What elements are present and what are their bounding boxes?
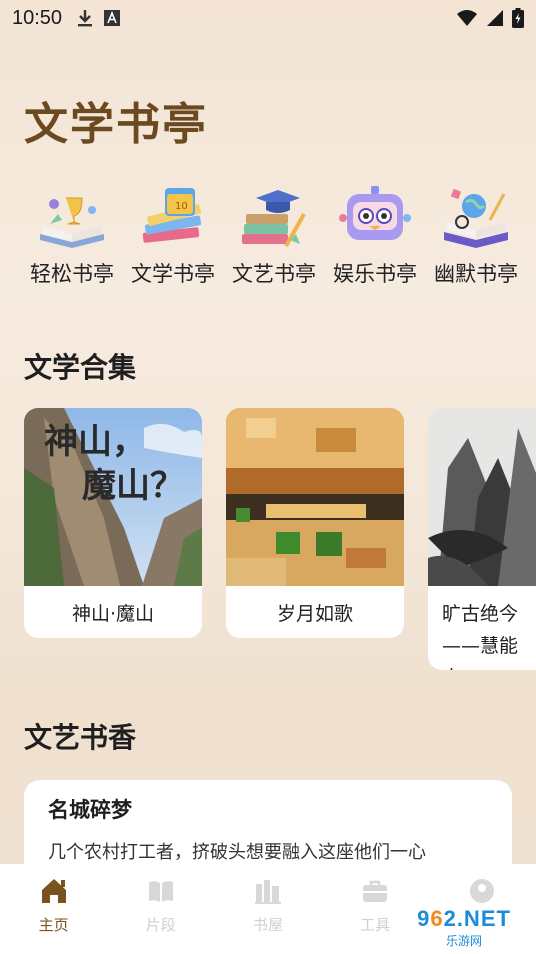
calendar-books-icon: 10 [142,188,202,243]
card-title: 岁月如歌 [276,603,353,625]
cover-text-line1: 神山， [44,422,146,462]
category-label: 娱乐书亭 [333,262,417,286]
card-title: 旷古绝今——慧能大 [442,603,519,670]
status-icons-left [76,8,121,28]
category-row: 轻松书亭 10 文学书亭 文艺书亭 娱乐书亭 幽默书亭 [24,184,524,288]
card-cover-image: 神山， 魔山？ [24,408,202,586]
category-entertainment[interactable]: 娱乐书亭 [327,184,423,288]
globe-book-icon [444,188,508,248]
card-title: 神山·魔山 [71,603,155,625]
briefcase-icon [363,880,388,902]
signal-icon [486,9,504,27]
card-cover-image [226,408,404,586]
battery-icon [512,8,524,28]
status-bar: 10:50 [0,0,536,36]
bookshelf-icon [254,880,281,904]
nav-label: 片段 [145,916,176,934]
nav-label: 主页 [38,916,69,934]
nav-home[interactable]: 主页 [6,876,102,954]
collection-carousel[interactable]: 神山， 魔山？ 神山·魔山 岁月如歌 旷古绝今——慧能 [24,408,536,670]
book-icon [148,881,173,902]
status-time: 10:50 [12,6,63,29]
watermark-logo: 962.NET [417,905,511,931]
nav-fragments[interactable]: 片段 [113,876,209,954]
category-arts[interactable]: 文艺书亭 [226,184,322,288]
site-watermark: 962.NET 乐游网 [396,904,532,950]
article-title: 名城碎梦 [48,798,132,822]
section-title-arts: 文艺书香 [24,721,137,754]
svg-text:10: 10 [175,201,188,212]
a-box-icon [104,10,121,26]
trophy-book-icon [40,197,104,248]
category-label: 文学书亭 [131,262,215,286]
profile-icon [470,879,495,903]
cover-text-line2: 魔山？ [82,466,184,506]
watermark-subtitle: 乐游网 [445,933,482,948]
nav-bookhouse[interactable]: 书屋 [220,876,316,954]
category-literature[interactable]: 10 文学书亭 [125,184,221,288]
collection-card[interactable]: 岁月如歌 [226,408,404,638]
card-cover-image [428,408,536,586]
wifi-icon [456,9,478,27]
graduation-books-icon [242,190,306,247]
app-title: 文学书亭 [24,99,208,150]
robot-icon [339,186,411,240]
category-humor[interactable]: 幽默书亭 [428,184,524,288]
section-title-collection: 文学合集 [24,351,137,384]
home-icon [41,879,66,903]
nav-label: 书屋 [252,916,283,934]
nav-label: 工具 [360,916,391,934]
collection-card[interactable]: 神山， 魔山？ 神山·魔山 [24,408,202,638]
collection-card[interactable]: 旷古绝今——慧能大 [428,408,536,670]
category-label: 轻松书亭 [30,262,114,286]
category-label: 文艺书亭 [232,262,316,286]
category-easy[interactable]: 轻松书亭 [24,184,120,288]
category-label: 幽默书亭 [434,262,518,286]
download-icon [76,8,94,28]
status-icons-right [456,8,524,28]
article-description: 几个农村打工者，挤破头想要融入这座他们一心 [48,842,426,863]
